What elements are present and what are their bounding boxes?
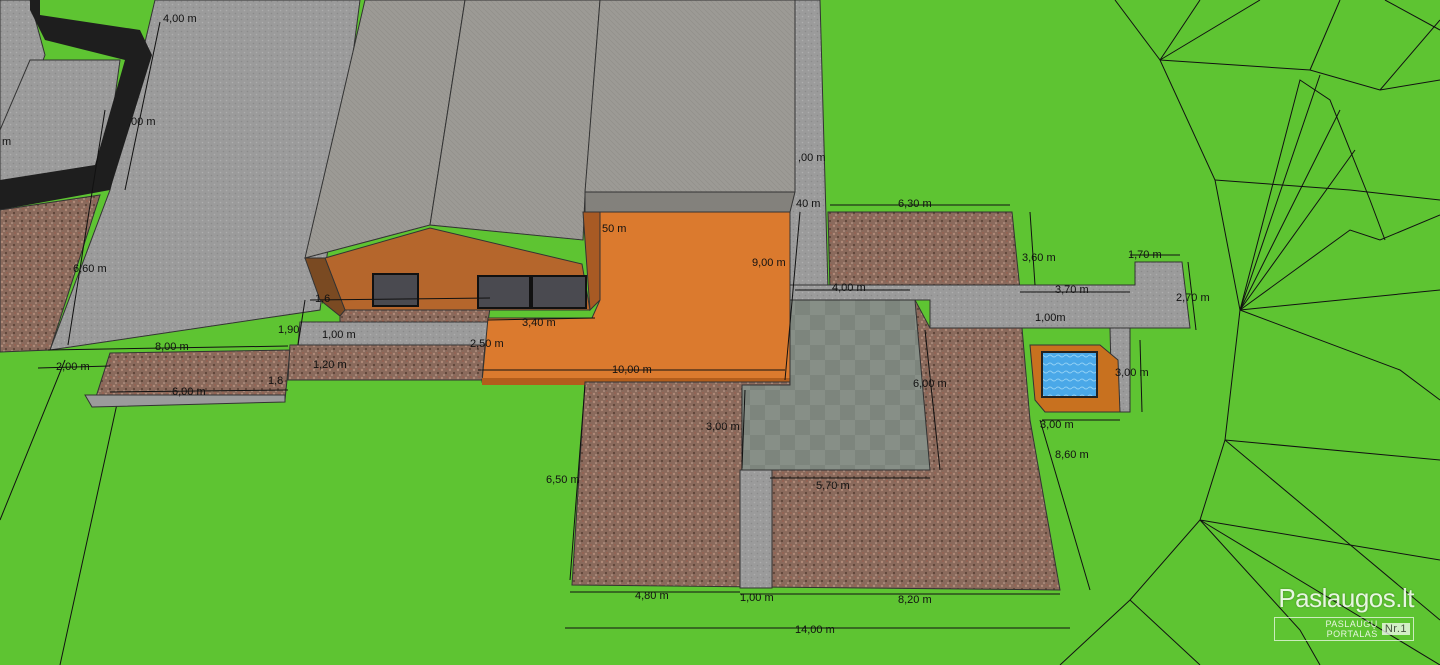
dim-label: 14,00 m <box>795 624 835 636</box>
dim-label: 3,00 m <box>1115 367 1149 379</box>
watermark-logo: Paslaugos.lt PASLAUGŲ PORTALAS Nr.1 <box>1274 583 1415 641</box>
dim-label: 4,00 m <box>832 282 866 294</box>
dim-label: 4,80 m <box>635 590 669 602</box>
window-right-2 <box>531 275 587 309</box>
dim-label: 5,70 m <box>816 480 850 492</box>
pool-water <box>1041 351 1098 398</box>
watermark-rank: Nr.1 <box>1381 623 1410 635</box>
dim-label: 6,60 m <box>73 263 107 275</box>
dim-label: 10,00 m <box>612 364 652 376</box>
dim-label: 8,00 m <box>155 341 189 353</box>
watermark-tagline-box: PASLAUGŲ PORTALAS Nr.1 <box>1274 617 1414 641</box>
stone-path <box>739 469 773 589</box>
dim-label: m <box>2 136 11 148</box>
dim-label: 6,00 m <box>913 378 947 390</box>
dim-label: 1,00 m <box>740 592 774 604</box>
gravel-bed-top <box>827 211 1021 291</box>
dim-label: 1,00m <box>1035 312 1066 324</box>
dim-label: 1,6 <box>315 293 330 305</box>
annex-fascia <box>584 191 796 213</box>
dim-label: 50 m <box>602 223 626 235</box>
dim-label: 9,00 m <box>752 257 786 269</box>
dim-label: 6,30 m <box>898 198 932 210</box>
watermark-brand: Paslaugos.lt <box>1278 583 1414 613</box>
dim-label: 6,50 m <box>546 474 580 486</box>
dim-label: 1,8 <box>268 375 283 387</box>
dim-label: 6,00 m <box>172 386 206 398</box>
dim-label: 3,00 m <box>1040 419 1074 431</box>
dim-label: 2,70 m <box>1176 292 1210 304</box>
dim-label: ,00 m <box>128 116 156 128</box>
dim-label: 3,40 m <box>522 317 556 329</box>
dim-label: 8,20 m <box>898 594 932 606</box>
dim-label: 1,90 <box>278 324 299 336</box>
garden-plan-scene: 4,00 m ,00 m 6,60 m 8,00 m 2,00 m 6,00 m… <box>0 0 1440 665</box>
dim-label: 1,20 m <box>313 359 347 371</box>
dim-label: ,00 m <box>798 152 826 164</box>
dim-label: 3,60 m <box>1022 252 1056 264</box>
dim-label: 1,00 m <box>322 329 356 341</box>
dim-label: 4,00 m <box>163 13 197 25</box>
dim-label: 3,00 m <box>706 421 740 433</box>
dim-label: 3,70 m <box>1055 284 1089 296</box>
window-right-1 <box>477 275 531 309</box>
window-left <box>372 273 419 307</box>
annex-roof <box>584 0 796 193</box>
dim-label: 1,70 m <box>1128 249 1162 261</box>
watermark-tagline: PASLAUGŲ PORTALAS <box>1325 619 1378 639</box>
dim-label: 40 m <box>796 198 820 210</box>
dim-label: 2,00 m <box>56 361 90 373</box>
dim-label: 8,60 m <box>1055 449 1089 461</box>
dim-label: 2,50 m <box>470 338 504 350</box>
